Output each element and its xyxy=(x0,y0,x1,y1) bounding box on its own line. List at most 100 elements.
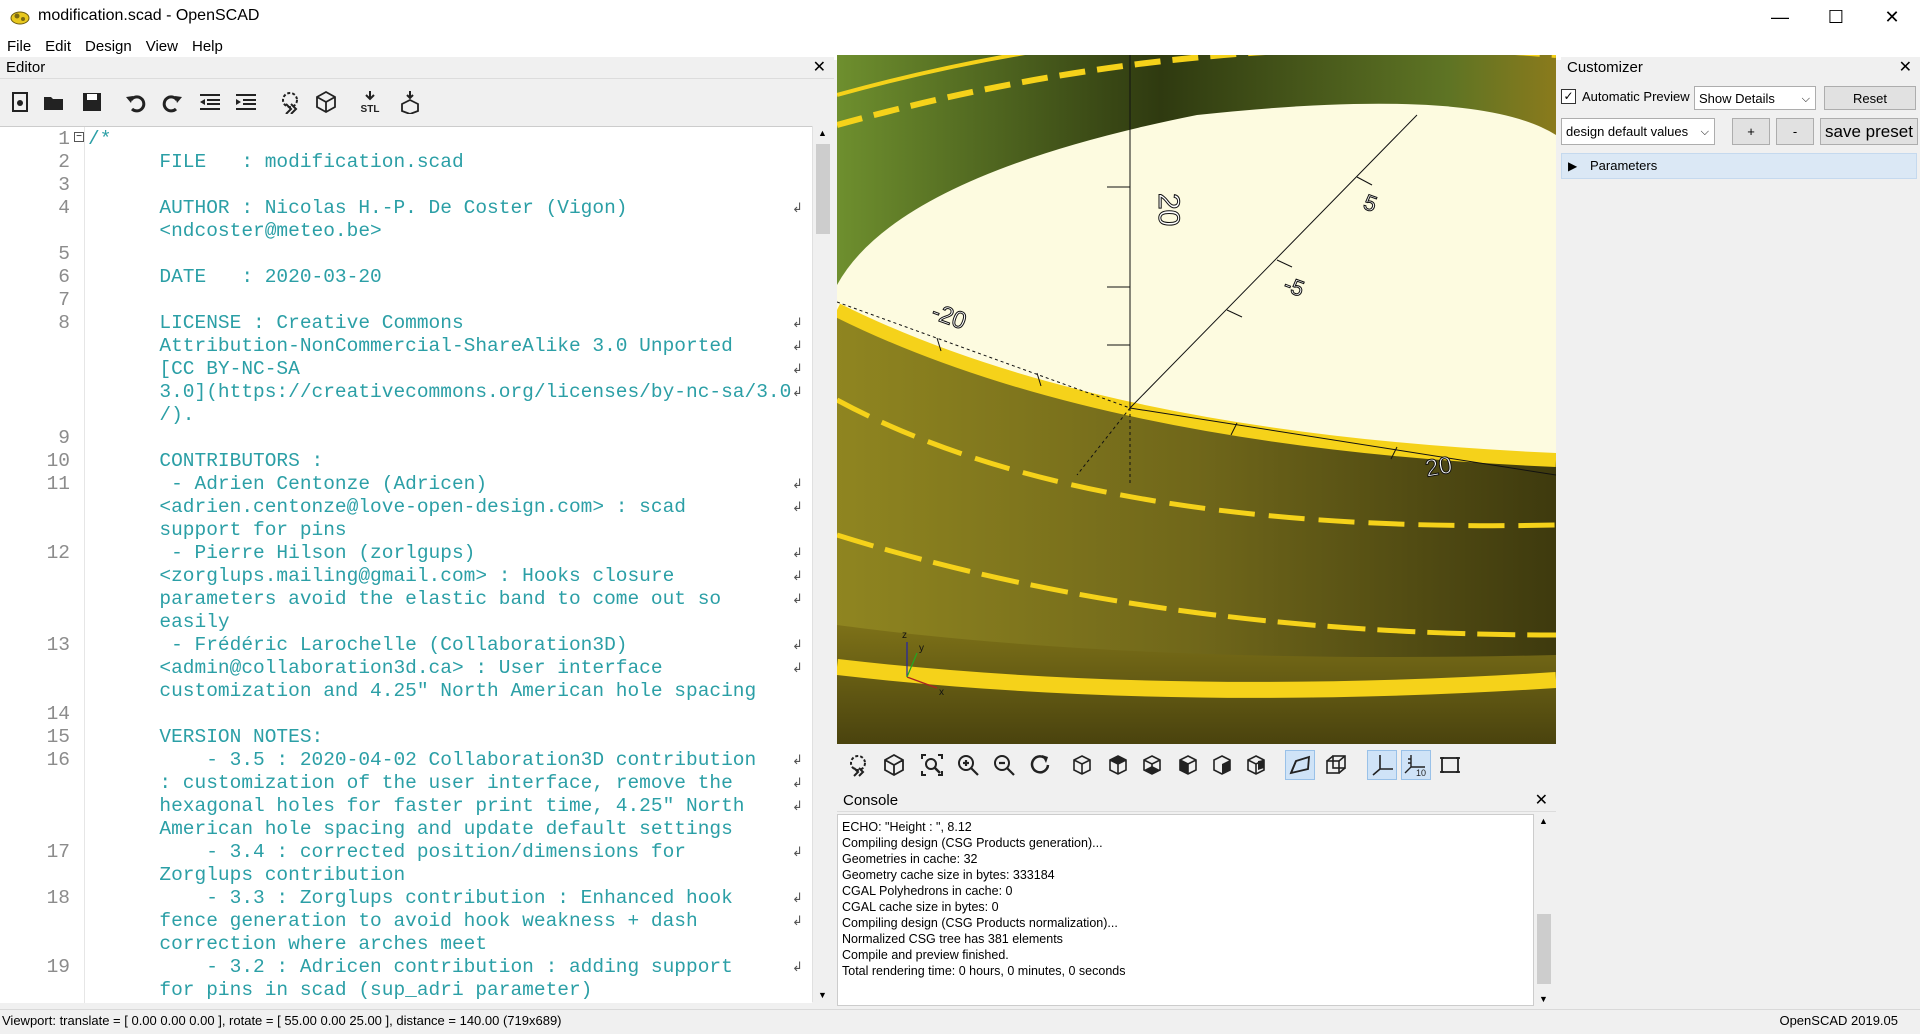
render-icon[interactable] xyxy=(879,750,909,780)
close-window-button[interactable]: ✕ xyxy=(1864,0,1920,34)
code-line: hexagonal holes for faster print time, 4… xyxy=(0,795,812,818)
console-scrollbar[interactable]: ▲ ▼ xyxy=(1534,814,1554,1006)
editor-scrollbar-thumb[interactable] xyxy=(816,144,830,234)
code-text: [CC BY-NC-SA xyxy=(136,358,300,380)
view-left-icon[interactable] xyxy=(1173,750,1203,780)
console-title: Console xyxy=(843,792,899,809)
menu-view[interactable]: View xyxy=(139,34,185,55)
code-text: DATE : 2020-03-20 xyxy=(136,266,382,288)
code-text: hexagonal holes for faster print time, 4… xyxy=(136,795,745,817)
add-preset-button[interactable]: + xyxy=(1732,118,1770,145)
console-close-button[interactable]: ✕ xyxy=(1535,790,1548,812)
line-number: 19 xyxy=(46,956,70,978)
view-bottom-icon[interactable] xyxy=(1137,750,1167,780)
scroll-down-icon[interactable]: ▼ xyxy=(818,990,827,1000)
undo-icon[interactable] xyxy=(122,88,150,116)
console-line: CGAL Polyhedrons in cache: 0 xyxy=(842,884,1013,898)
line-number: 9 xyxy=(58,427,70,449)
code-text: Zorglups contribution xyxy=(136,864,406,886)
customizer-title: Customizer xyxy=(1567,59,1643,76)
export-stl-icon[interactable]: STL xyxy=(356,88,384,116)
zoom-out-icon[interactable] xyxy=(989,750,1019,780)
new-file-icon[interactable] xyxy=(6,88,34,116)
remove-preset-button[interactable]: - xyxy=(1776,118,1814,145)
save-icon[interactable] xyxy=(78,88,106,116)
line-wrap-icon: ↲ xyxy=(792,753,803,768)
automatic-preview-checkbox[interactable]: ✓ xyxy=(1561,89,1576,104)
maximize-button[interactable]: ☐ xyxy=(1808,0,1864,34)
preview-icon[interactable] xyxy=(843,750,873,780)
console-scrollbar-thumb[interactable] xyxy=(1537,914,1551,984)
code-line: 19 - 3.2 : Adricen contribution : adding… xyxy=(0,956,812,979)
reset-button[interactable]: Reset xyxy=(1824,86,1916,110)
code-text: 3.0](https://creativecommons.org/license… xyxy=(136,381,792,403)
line-wrap-icon: ↲ xyxy=(792,776,803,791)
code-line: 16 - 3.5 : 2020-04-02 Collaboration3D co… xyxy=(0,749,812,772)
fold-marker-icon[interactable]: − xyxy=(74,132,84,142)
perspective-icon[interactable] xyxy=(1285,750,1315,780)
zoom-in-icon[interactable] xyxy=(953,750,983,780)
line-wrap-icon: ↲ xyxy=(792,477,803,492)
view-right-icon[interactable] xyxy=(1067,750,1097,780)
redo-icon[interactable] xyxy=(158,88,186,116)
code-text: FILE : modification.scad xyxy=(136,151,464,173)
editor-panel-header: Editor ✕ xyxy=(0,57,834,79)
preset-dropdown[interactable]: design default values ⌵ xyxy=(1561,118,1715,145)
render-icon[interactable] xyxy=(312,88,340,116)
line-number: 2 xyxy=(58,151,70,173)
line-wrap-icon: ↲ xyxy=(792,316,803,331)
code-line: 18 - 3.3 : Zorglups contribution : Enhan… xyxy=(0,887,812,910)
view-back-icon[interactable] xyxy=(1241,750,1271,780)
view-front-icon[interactable] xyxy=(1207,750,1237,780)
parameters-group[interactable]: ▶ Parameters xyxy=(1561,153,1917,179)
automatic-preview-label: Automatic Preview xyxy=(1582,89,1690,104)
menu-help[interactable]: Help xyxy=(185,34,230,55)
line-number: 6 xyxy=(58,266,70,288)
scroll-up-icon[interactable]: ▲ xyxy=(1539,816,1548,826)
code-line: American hole spacing and update default… xyxy=(0,818,812,841)
show-scale-markers-icon[interactable]: 10 xyxy=(1401,750,1431,780)
editor-scrollbar[interactable]: ▲ ▼ xyxy=(812,126,833,1002)
console-line: Compiling design (CSG Products generatio… xyxy=(842,836,1103,850)
orthogonal-icon[interactable] xyxy=(1321,750,1351,780)
code-line: fence generation to avoid hook weakness … xyxy=(0,910,812,933)
line-number: 16 xyxy=(46,749,70,771)
line-wrap-icon: ↲ xyxy=(792,339,803,354)
indent-icon[interactable] xyxy=(232,88,260,116)
code-editor[interactable]: 1/* 2 FILE : modification.scad 3 4 AUTHOR :… xyxy=(0,126,812,1003)
open-file-icon[interactable] xyxy=(40,88,68,116)
show-axes-icon[interactable] xyxy=(1367,750,1397,780)
line-number: 15 xyxy=(46,726,70,748)
code-text: LICENSE : Creative Commons xyxy=(136,312,464,334)
code-line: <adrien.centonze@love-open-design.com> :… xyxy=(0,496,812,519)
show-details-dropdown[interactable]: Show Details ⌵ xyxy=(1694,86,1816,110)
line-wrap-icon: ↲ xyxy=(792,201,803,216)
line-wrap-icon: ↲ xyxy=(792,638,803,653)
reset-view-icon[interactable] xyxy=(1025,750,1055,780)
menu-edit[interactable]: Edit xyxy=(38,34,78,55)
menu-design[interactable]: Design xyxy=(78,34,139,55)
scroll-down-icon[interactable]: ▼ xyxy=(1539,994,1548,1004)
save-preset-button[interactable]: save preset xyxy=(1820,118,1918,145)
scroll-up-icon[interactable]: ▲ xyxy=(818,128,827,138)
line-number: 17 xyxy=(46,841,70,863)
send-to-print-icon[interactable] xyxy=(396,88,424,116)
3d-viewport[interactable]: 20 5 -5 -20 20 z x y xyxy=(837,55,1556,744)
title-bar: modification.scad - OpenSCAD — ☐ ✕ xyxy=(0,0,1920,34)
minimize-button[interactable]: — xyxy=(1752,0,1808,34)
preview-icon[interactable] xyxy=(276,88,304,116)
code-text: support for pins xyxy=(136,519,347,541)
customizer-close-button[interactable]: ✕ xyxy=(1899,57,1912,79)
gizmo-x-label: x xyxy=(939,687,944,698)
menu-file[interactable]: File xyxy=(0,34,38,55)
unindent-icon[interactable] xyxy=(196,88,224,116)
view-all-icon[interactable] xyxy=(917,750,947,780)
show-edges-icon[interactable] xyxy=(1435,750,1465,780)
line-number: 4 xyxy=(58,197,70,219)
console-output[interactable]: ECHO: "Height : ", 8.12 Compiling design … xyxy=(837,814,1534,1006)
line-number: 13 xyxy=(46,634,70,656)
view-top-icon[interactable] xyxy=(1103,750,1133,780)
editor-close-button[interactable]: ✕ xyxy=(813,57,826,79)
z-axis-tick-label: 20 xyxy=(1152,193,1185,226)
code-text: - Pierre Hilson (zorlgups) xyxy=(136,542,476,564)
